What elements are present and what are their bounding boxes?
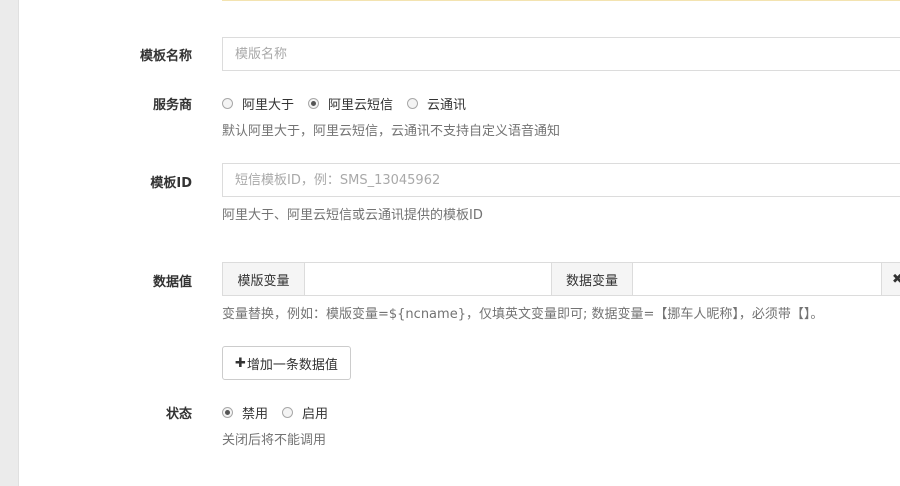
- status-radio-group: 禁用 启用: [222, 403, 342, 422]
- radio-label: 阿里云短信: [328, 98, 394, 113]
- radio-label: 禁用: [242, 407, 269, 422]
- status-option-enabled[interactable]: 启用: [282, 403, 328, 422]
- radio-label: 阿里大于: [242, 98, 295, 113]
- provider-help-text: 默认阿里大于，阿里云短信，云通讯不支持自定义语音通知: [222, 124, 561, 139]
- template-id-label: 模板ID: [150, 176, 192, 191]
- template-name-label: 模板名称: [139, 49, 192, 64]
- data-values-label: 数据值: [152, 275, 192, 290]
- radio-label: 云通讯: [427, 98, 467, 113]
- provider-option-aliyun-sms[interactable]: 阿里云短信: [308, 94, 393, 113]
- data-var-input[interactable]: [633, 263, 881, 295]
- data-value-row: 模版变量 数据变量 ✖: [222, 262, 900, 296]
- add-data-value-button[interactable]: ✚ 增加一条数据值: [222, 346, 351, 380]
- radio-button[interactable]: [407, 98, 419, 109]
- plus-icon: ✚: [235, 355, 246, 371]
- status-label: 状态: [165, 407, 192, 422]
- radio-button[interactable]: [282, 407, 294, 418]
- remove-row-icon[interactable]: ✖: [881, 263, 900, 295]
- radio-button-selected[interactable]: [308, 98, 320, 109]
- provider-label: 服务商: [152, 98, 192, 113]
- template-var-addon: 模版变量: [223, 263, 305, 295]
- radio-label: 启用: [302, 407, 329, 422]
- top-alert-box: [222, 0, 900, 1]
- template-id-input[interactable]: [222, 163, 900, 197]
- template-id-help-text: 阿里大于、阿里云短信或云通讯提供的模板ID: [222, 208, 483, 223]
- data-values-help-text: 变量替换，例如：模版变量=${ncname}，仅填英文变量即可; 数据变量=【挪…: [222, 307, 824, 322]
- status-help-text: 关闭后将不能调用: [222, 433, 327, 448]
- provider-option-alidayu[interactable]: 阿里大于: [222, 94, 294, 113]
- provider-radio-group: 阿里大于 阿里云短信 云通讯: [222, 94, 480, 113]
- radio-button[interactable]: [222, 98, 233, 109]
- status-option-disabled[interactable]: 禁用: [222, 403, 268, 422]
- provider-option-yuntongxun[interactable]: 云通讯: [407, 94, 466, 113]
- data-var-addon: 数据变量: [551, 263, 633, 295]
- template-var-input[interactable]: [305, 263, 551, 295]
- radio-button-selected[interactable]: [222, 407, 233, 418]
- template-name-input[interactable]: [222, 37, 900, 71]
- add-data-value-label: 增加一条数据值: [246, 357, 338, 373]
